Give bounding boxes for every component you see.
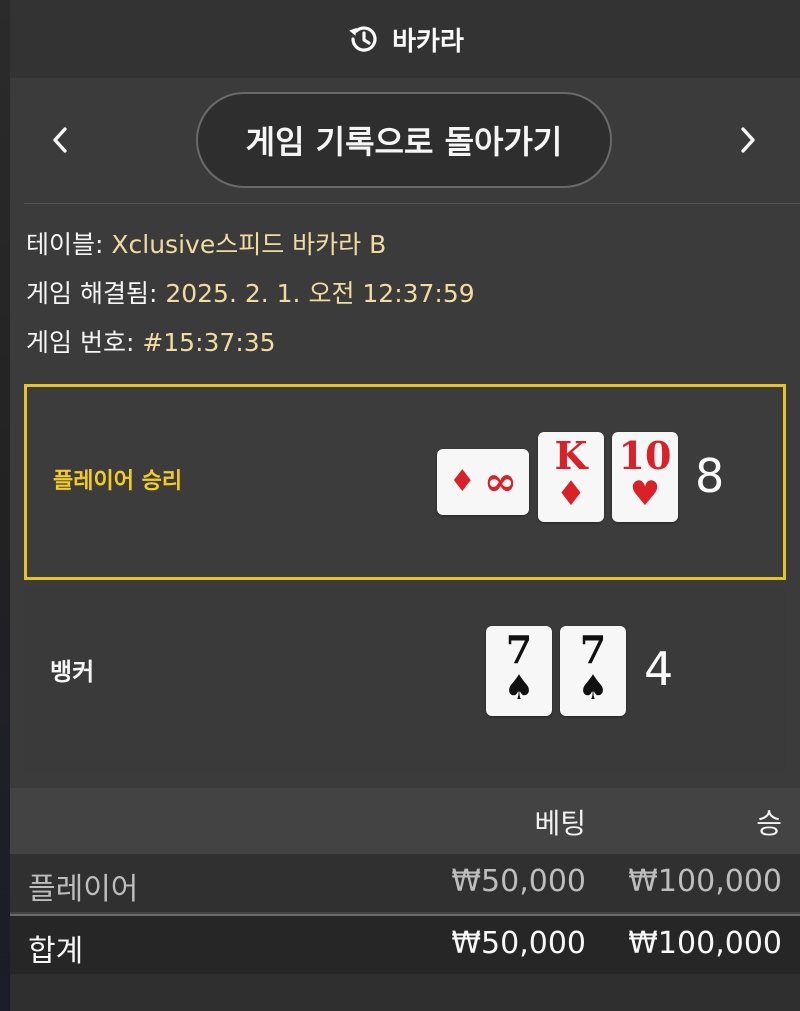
card-rank: 7 [579, 627, 607, 672]
total-bet: ₩50,000 [451, 926, 586, 961]
row-win: ₩100,000 [628, 864, 782, 899]
playing-card: ♦ ∞ [437, 449, 529, 515]
player-win-label: 플레이어 승리 [53, 469, 183, 494]
chevron-right-icon [737, 125, 759, 159]
column-header-win: 승 [756, 807, 782, 840]
history-icon [346, 22, 380, 56]
game-number-info: 게임 번호: #15:37:35 [26, 324, 475, 373]
divider [24, 203, 800, 204]
back-to-history-button[interactable]: 게임 기록으로 돌아가기 [196, 92, 612, 188]
table-footer [10, 974, 800, 1011]
card-rank: 10 [618, 433, 672, 478]
total-row: 합계 ₩50,000 ₩100,000 [10, 914, 800, 974]
card-rank: K [554, 433, 588, 478]
table-info: 테이블: Xclusive스피드 바카라 B [26, 226, 475, 275]
row-name: 플레이어 [28, 872, 139, 907]
playing-card: K ♦ [538, 432, 604, 522]
game-info: 테이블: Xclusive스피드 바카라 B 게임 해결됨: 2025. 2. … [26, 226, 475, 373]
next-game-button[interactable] [728, 122, 768, 162]
table-row: 플레이어 ₩50,000 ₩100,000 [10, 854, 800, 912]
table-header: 베팅 승 [10, 788, 800, 854]
player-score: 8 [695, 449, 725, 503]
playing-card: 10 ♥ [612, 432, 678, 522]
background-app-edge [0, 0, 10, 1011]
banker-label: 뱅커 [50, 658, 95, 686]
card-suit: ♦ [448, 464, 476, 499]
column-header-bet: 베팅 [534, 807, 586, 840]
resolved-info: 게임 해결됨: 2025. 2. 1. 오전 12:37:59 [26, 275, 475, 324]
chevron-left-icon [49, 125, 71, 159]
resolved-label: 게임 해결됨: [26, 279, 158, 308]
banker-score: 4 [644, 642, 674, 696]
player-result: 플레이어 승리 ♦ ∞ K ♦ 10 ♥ 8 [24, 384, 786, 580]
playing-card: 7 ♠ [560, 626, 626, 716]
bet-summary-table: 베팅 승 플레이어 ₩50,000 ₩100,000 합계 ₩50,000 ₩1… [10, 788, 800, 1011]
header-title: 바카라 [392, 26, 464, 57]
row-bet: ₩50,000 [451, 864, 586, 899]
resolved-value: 2025. 2. 1. 오전 12:37:59 [165, 279, 475, 308]
card-suit: ♠ [577, 668, 609, 708]
table-value: Xclusive스피드 바카라 B [111, 230, 387, 259]
game-number-value: #15:37:35 [142, 328, 276, 357]
total-name: 합계 [28, 934, 84, 969]
card-rank: ∞ [483, 458, 518, 505]
total-win: ₩100,000 [628, 926, 782, 961]
table-label: 테이블: [26, 230, 104, 259]
card-rank: 7 [505, 627, 533, 672]
card-suit: ♥ [629, 474, 661, 514]
banker-result: 뱅커 7 ♠ 7 ♠ 4 [24, 590, 786, 770]
header-bar: 바카라 [10, 0, 800, 78]
card-suit: ♠ [503, 668, 535, 708]
game-number-label: 게임 번호: [26, 328, 135, 357]
card-suit: ♦ [555, 474, 587, 514]
previous-game-button[interactable] [40, 122, 80, 162]
playing-card: 7 ♠ [486, 626, 552, 716]
